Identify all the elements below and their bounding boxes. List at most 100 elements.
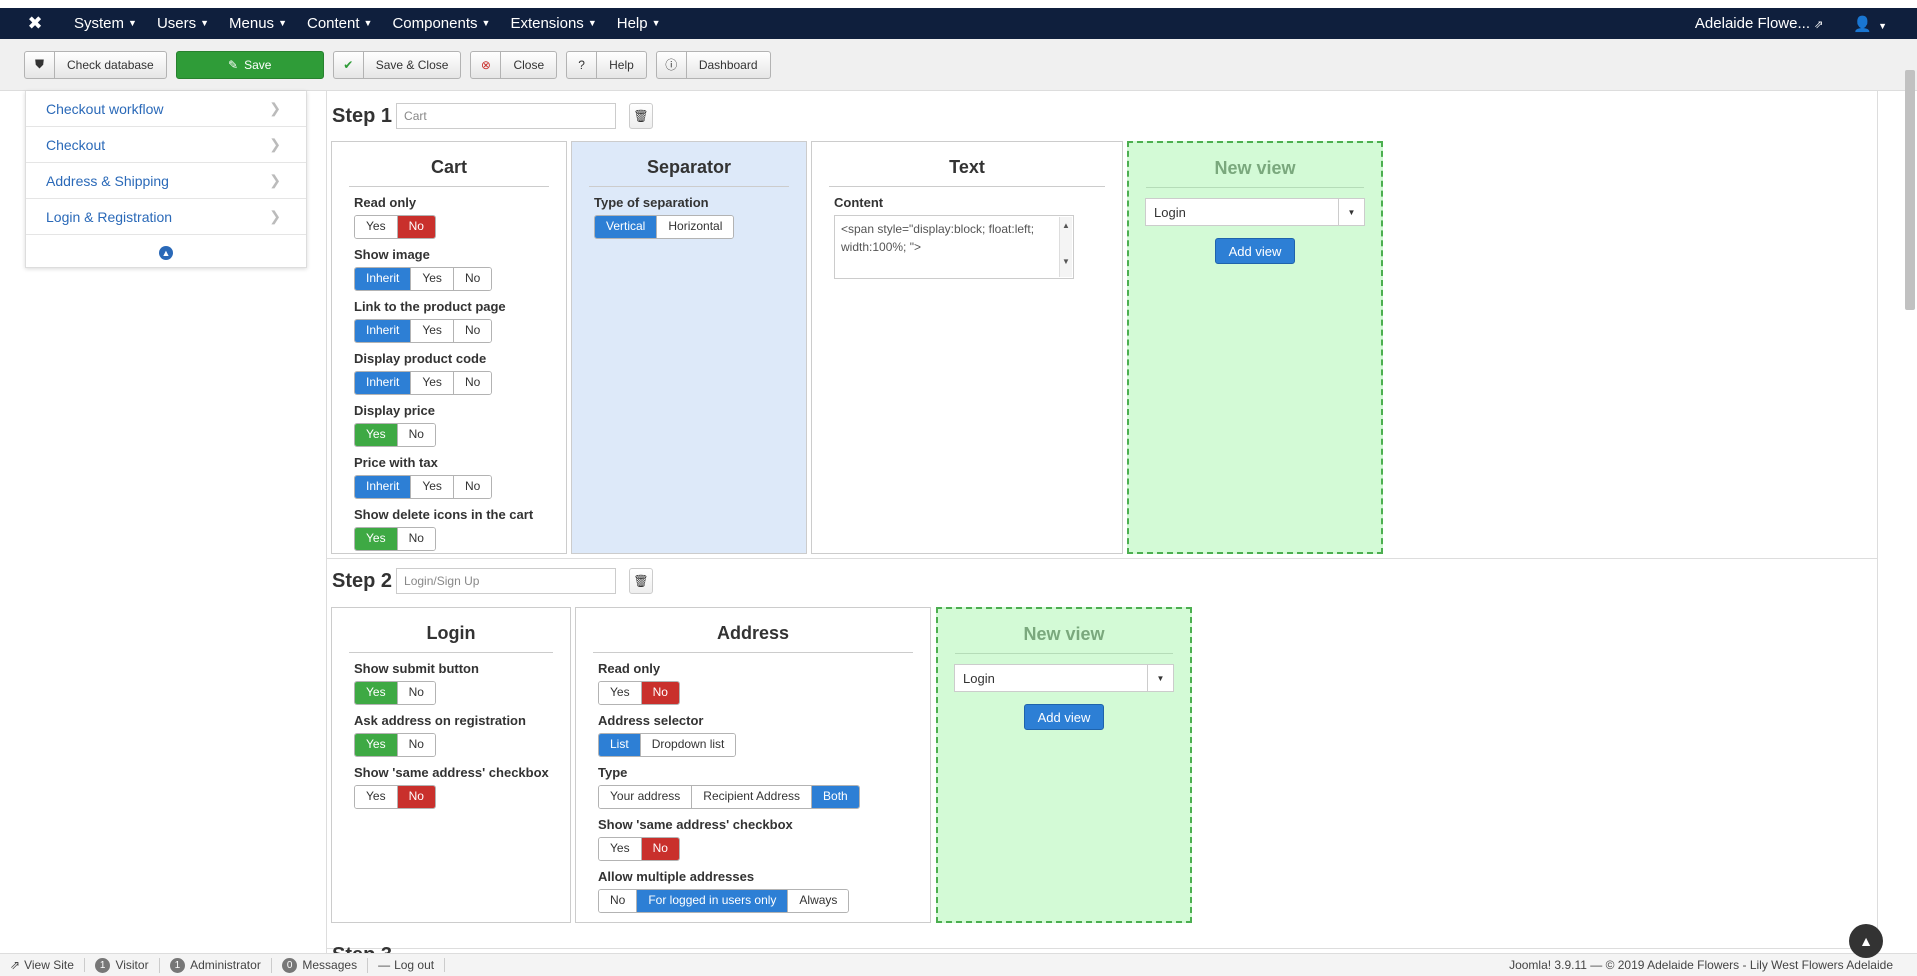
option-dropdown-list[interactable]: Dropdown list [640, 734, 736, 756]
option-inherit[interactable]: Inherit [355, 372, 412, 394]
button-label: Help [609, 57, 634, 72]
sidebar-item-checkout[interactable]: Checkout ❯ [26, 127, 306, 163]
toggle-group: Your address Recipient Address Both [598, 785, 860, 809]
option-yes[interactable]: Yes [411, 268, 454, 290]
text-view-panel: Text Content <span style="display:block;… [811, 141, 1123, 554]
external-link-icon: ⇗ [10, 958, 21, 972]
field-show-delete-icons: Show delete icons in the cart Yes No [354, 507, 566, 551]
address-view-panel: Address Read only Yes No Address selector… [575, 607, 931, 923]
option-no[interactable]: No [599, 890, 638, 912]
option-no[interactable]: No [453, 320, 492, 342]
option-yes[interactable]: Yes [599, 682, 642, 704]
user-menu-icon[interactable]: 👤 ▼ [1853, 15, 1887, 33]
option-yes[interactable]: Yes [355, 734, 398, 756]
field-show-submit-button: Show submit button Yes No [354, 661, 570, 705]
site-link[interactable]: Adelaide Flowe... ⇗ [1695, 15, 1823, 32]
view-site-link[interactable]: ⇗ View Site [10, 958, 85, 972]
option-no[interactable]: No [453, 476, 492, 498]
option-inherit[interactable]: Inherit [355, 476, 412, 498]
trash-icon[interactable]: 🗑 [629, 103, 654, 129]
scroll-to-top-button[interactable]: ▲ [1849, 924, 1883, 958]
content-textarea[interactable]: <span style="display:block; float:left; … [834, 215, 1074, 279]
sidebar-item-login-registration[interactable]: Login & Registration ❯ [26, 199, 306, 235]
logout-link[interactable]: — Log out [378, 958, 446, 972]
option-yes[interactable]: Yes [355, 786, 398, 808]
field-price-with-tax: Price with tax Inherit Yes No [354, 455, 566, 499]
option-recipient-address[interactable]: Recipient Address [692, 786, 813, 808]
field-label: Display price [354, 403, 435, 418]
option-horizontal[interactable]: Horizontal [657, 216, 734, 238]
sidebar-item-address-shipping[interactable]: Address & Shipping ❯ [26, 163, 306, 199]
option-yes[interactable]: Yes [411, 476, 454, 498]
view-type-select[interactable]: Login ▼ [1145, 198, 1365, 226]
menu-label: Content [306, 15, 360, 32]
menu-label: Help [616, 15, 648, 32]
administrator-status[interactable]: 1 Administrator [169, 957, 272, 973]
new-view-panel: New view Login ▼ Add view [1127, 141, 1383, 554]
menu-help[interactable]: Help ▼ [607, 15, 671, 32]
caret-down-icon: ▼ [278, 18, 287, 28]
menu-content[interactable]: Content ▼ [297, 15, 382, 32]
option-no[interactable]: No [453, 268, 492, 290]
menu-users[interactable]: Users ▼ [147, 15, 219, 32]
option-no[interactable]: No [453, 372, 492, 394]
dashboard-button[interactable]: ⓘ Dashboard [655, 50, 771, 79]
sidebar-item-checkout-workflow[interactable]: Checkout workflow ❯ [26, 91, 306, 127]
save-button[interactable]: ✎ Save [175, 50, 324, 79]
option-no[interactable]: No [397, 216, 435, 238]
option-logged-in-only[interactable]: For logged in users only [637, 890, 789, 912]
save-close-button[interactable]: ✔ Save & Close [332, 50, 462, 79]
option-yes[interactable]: Yes [355, 424, 398, 446]
visitor-status[interactable]: 1 Visitor [94, 957, 160, 973]
option-yes[interactable]: Yes [355, 682, 398, 704]
field-display-product-code: Display product code Inherit Yes No [354, 351, 566, 395]
option-no[interactable]: No [641, 682, 679, 704]
sidebar-item-label: Checkout [46, 136, 106, 153]
messages-status[interactable]: 0 Messages [281, 957, 369, 973]
option-yes[interactable]: Yes [411, 372, 454, 394]
step-3-title-partial: Step 3 [332, 944, 392, 953]
add-view-button[interactable]: Add view [1215, 238, 1295, 264]
option-yes[interactable]: Yes [599, 838, 642, 860]
status-bar: ⇗ View Site 1 Visitor 1 Administrator 0 Mess… [0, 953, 1917, 976]
close-button[interactable]: ⊗ Close [470, 50, 558, 79]
toggle-group: Yes No [354, 215, 436, 239]
option-no[interactable]: No [397, 786, 435, 808]
menu-system[interactable]: System ▼ [64, 15, 147, 32]
option-your-address[interactable]: Your address [599, 786, 693, 808]
option-list[interactable]: List [599, 734, 641, 756]
option-yes[interactable]: Yes [355, 528, 398, 550]
add-view-button[interactable]: Add view [1024, 704, 1104, 730]
help-button[interactable]: ? Help [566, 50, 647, 79]
menu-menus[interactable]: Menus ▼ [219, 15, 297, 32]
view-type-select[interactable]: Login ▼ [954, 664, 1174, 692]
joomla-logo-icon[interactable]: ✖ [20, 13, 50, 34]
step-name-input[interactable]: Cart [396, 103, 617, 129]
menu-label: System [74, 15, 125, 32]
arrow-up-icon: ▲ [1859, 933, 1873, 949]
menu-components[interactable]: Components ▼ [382, 15, 500, 32]
option-yes[interactable]: Yes [355, 216, 398, 238]
option-no[interactable]: No [397, 528, 435, 550]
toggle-group: No For logged in users only Always [598, 889, 850, 913]
textarea-scrollbar[interactable]: ▲ ▼ [1059, 217, 1072, 277]
option-inherit[interactable]: Inherit [355, 320, 412, 342]
sidebar-collapse-button[interactable]: ▲ [26, 235, 306, 271]
page-scrollbar[interactable] [1905, 70, 1915, 310]
option-yes[interactable]: Yes [411, 320, 454, 342]
option-vertical[interactable]: Vertical [595, 216, 658, 238]
option-inherit[interactable]: Inherit [355, 268, 412, 290]
option-both[interactable]: Both [812, 786, 859, 808]
caret-down-icon: ▼ [1147, 665, 1173, 691]
chevron-up-icon: ▲ [159, 246, 173, 260]
option-no[interactable]: No [397, 734, 435, 756]
trash-icon[interactable]: 🗑 [629, 568, 654, 594]
option-no[interactable]: No [397, 424, 435, 446]
option-no[interactable]: No [397, 682, 435, 704]
caret-down-icon: ▼ [128, 18, 137, 28]
step-name-input[interactable]: Login/Sign Up [396, 568, 617, 594]
menu-extensions[interactable]: Extensions ▼ [500, 15, 606, 32]
check-database-button[interactable]: ⛊ Check database [24, 50, 167, 79]
option-always[interactable]: Always [788, 890, 849, 912]
option-no[interactable]: No [641, 838, 679, 860]
